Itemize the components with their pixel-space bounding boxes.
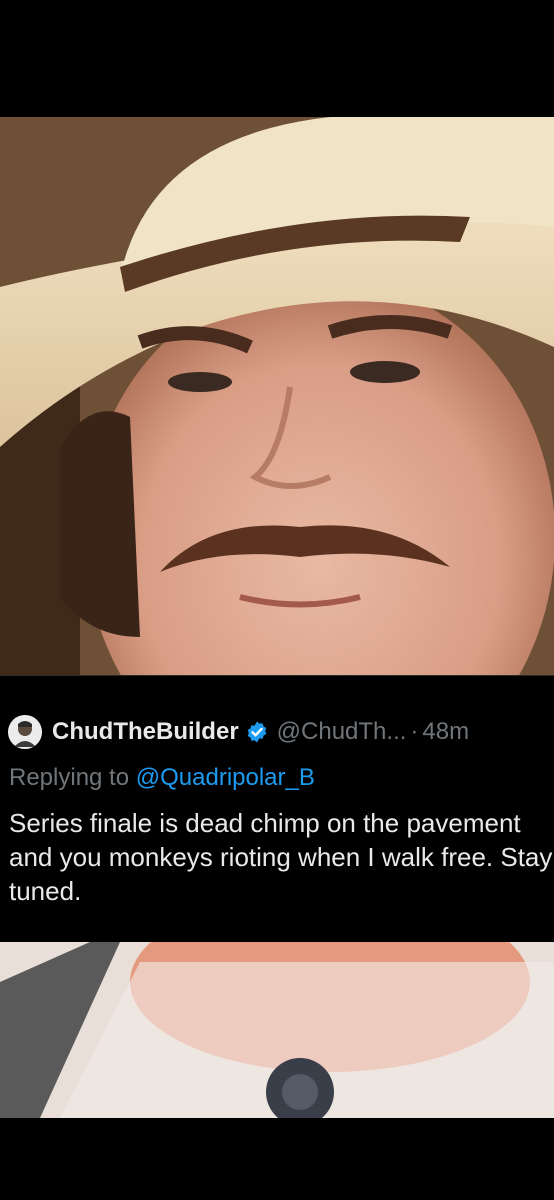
tweet-time[interactable]: 48m bbox=[422, 718, 469, 746]
bottom-photo-illustration bbox=[0, 942, 554, 1118]
tweet-text: Series finale is dead chimp on the pavem… bbox=[9, 808, 553, 906]
top-photo bbox=[0, 117, 554, 675]
face-illustration bbox=[0, 117, 554, 675]
separator-dot: · bbox=[410, 718, 419, 745]
bottom-photo bbox=[0, 942, 554, 1118]
verified-badge-icon bbox=[245, 720, 269, 744]
top-letterbox bbox=[0, 0, 554, 117]
bottom-letterbox bbox=[0, 1118, 554, 1200]
replying-prefix: Replying to bbox=[9, 764, 130, 791]
replying-to-line: Replying to @Quadripolar_B bbox=[9, 764, 315, 792]
avatar[interactable] bbox=[8, 715, 42, 749]
handle[interactable]: @ChudTh... bbox=[277, 718, 407, 746]
avatar-image-icon bbox=[8, 715, 42, 749]
reply-mention-link[interactable]: @Quadripolar_B bbox=[136, 764, 315, 791]
tweet-header: ChudTheBuilder @ChudTh... · 48m bbox=[8, 714, 469, 750]
display-name[interactable]: ChudTheBuilder bbox=[52, 718, 239, 746]
tweet-card[interactable]: ChudTheBuilder @ChudTh... · 48m Replying… bbox=[0, 675, 554, 942]
